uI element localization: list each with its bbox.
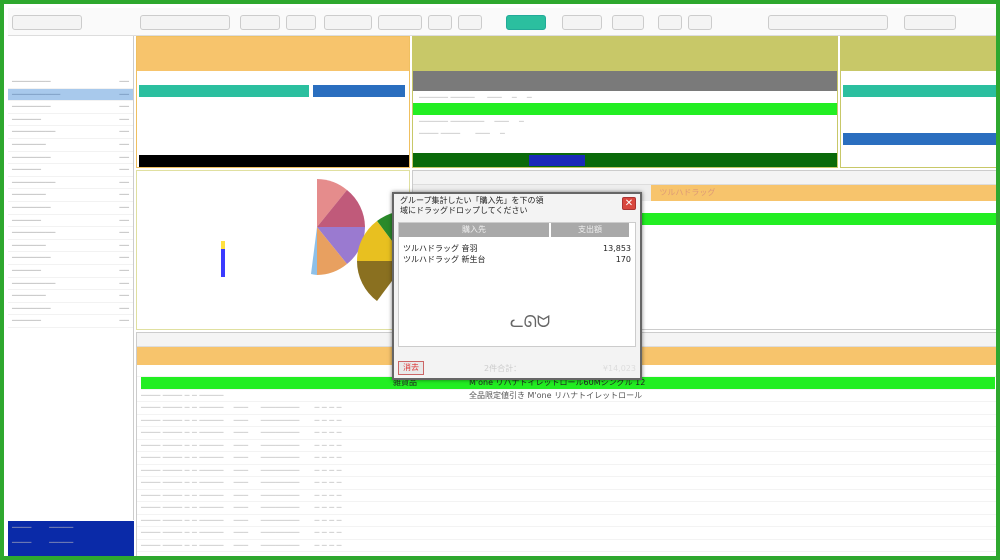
table-row[interactable]: ──── ──── ─ ─ ───── ─── ──────── ─ ─ ─ ─ bbox=[137, 502, 996, 515]
toolbar-day-field-2[interactable] bbox=[688, 15, 712, 30]
row-product-2: 全品限定値引き M'one リハナトイレットロール bbox=[469, 390, 643, 400]
list-item-selected[interactable]: ────────── ── bbox=[8, 88, 133, 102]
toolbar-month-field-2[interactable] bbox=[658, 15, 682, 30]
right-summary-header bbox=[841, 37, 996, 71]
col-amount-header: 支出額 bbox=[551, 223, 629, 237]
item-vendor: ツルハドラッグ 音羽 bbox=[403, 244, 478, 253]
toolbar-year-field[interactable] bbox=[378, 15, 422, 30]
list-item[interactable]: ──────── ── bbox=[8, 76, 133, 89]
table-row[interactable]: ──── ──── ─ ─ ───── ─── ──────── ─ ─ ─ ─ bbox=[137, 402, 996, 415]
pie-charts bbox=[221, 179, 407, 301]
dialog-title: グループ集計したい「購入先」を下の領 域にドラッグドロップしてください bbox=[400, 196, 544, 215]
left-total-box: ──── ───── ──── ───── bbox=[8, 521, 134, 556]
transaction-row[interactable]: ────── ───── ─── ─ ─ bbox=[413, 91, 837, 103]
transaction-total-highlight bbox=[529, 155, 585, 166]
dialog-list-item[interactable]: ツルハドラッグ 音羽 13,853 bbox=[399, 243, 635, 254]
list-item[interactable]: ────── ── bbox=[8, 315, 133, 328]
summary-panel-orange bbox=[136, 36, 410, 168]
toolbar-button-2[interactable] bbox=[286, 15, 316, 30]
col-vendor-header: 購入先 bbox=[399, 223, 549, 237]
dialog-footer: 消去 2件合計： ¥14,023 bbox=[398, 360, 636, 376]
table-row[interactable]: ──── ──── ─ ─ ───── ─── ──────── ─ ─ ─ ─ bbox=[137, 440, 996, 452]
toolbar-year-field-2[interactable] bbox=[612, 15, 644, 30]
right-summary-row bbox=[843, 85, 996, 97]
list-item[interactable]: ────── ── bbox=[8, 114, 133, 127]
summary-subheader-2 bbox=[313, 85, 405, 97]
item-vendor: ツルハドラッグ 新生台 bbox=[403, 255, 486, 264]
list-item[interactable]: ───────── ── bbox=[8, 126, 133, 139]
toolbar-settings-button[interactable] bbox=[904, 15, 956, 30]
total-amount: ¥14,023 bbox=[602, 363, 636, 373]
list-item[interactable]: ──────── ── bbox=[8, 202, 133, 215]
summary-subheader bbox=[139, 85, 309, 97]
dialog-list-header: 購入先 支出額 bbox=[399, 223, 635, 237]
right-summary-panel bbox=[840, 36, 996, 168]
close-icon[interactable]: ✕ bbox=[622, 197, 636, 210]
list-item[interactable]: ────── ── bbox=[8, 164, 133, 177]
list-item[interactable]: ─────── ── bbox=[8, 240, 133, 253]
transaction-panel: ────── ───── ─── ─ ─ ────── ─────── ─── … bbox=[412, 36, 838, 168]
left-account-list: ──────── ── ────────── ── ──────── ── ─────… bbox=[8, 36, 134, 520]
table-row[interactable]: ──── ──── ─ ─ ───── ─── ──────── ─ ─ ─ ─ bbox=[137, 415, 996, 427]
toolbar-action-button[interactable] bbox=[768, 15, 888, 30]
transaction-row[interactable]: ────── ─────── ─── ─ bbox=[413, 115, 837, 127]
table-row[interactable]: ──── ──── ─ ─ ───── ─── ──────── ─ ─ ─ ─ bbox=[137, 490, 996, 502]
table-row[interactable]: ──── ──── ─ ─ ───── ─── ──────── ─ ─ ─ ─ bbox=[137, 540, 996, 552]
right-summary-selected[interactable] bbox=[843, 133, 996, 145]
summary-panel-header bbox=[137, 37, 409, 71]
toolbar-button-3[interactable] bbox=[324, 15, 372, 30]
toolbar-button-1[interactable] bbox=[240, 15, 280, 30]
transaction-total-bar bbox=[413, 153, 837, 167]
transaction-row-highlighted[interactable] bbox=[413, 103, 837, 115]
toolbar-date-field[interactable] bbox=[140, 15, 230, 30]
transaction-row[interactable]: ──── ──── ─── ─ bbox=[413, 127, 837, 139]
list-item[interactable]: ───────── ── bbox=[8, 177, 133, 190]
table-row[interactable]: ──── ──── ─ ─ ───── 全品限定値引き M'one リハナトイレ… bbox=[137, 390, 996, 402]
clear-button[interactable]: 消去 bbox=[398, 361, 424, 375]
toolbar-day-field[interactable] bbox=[458, 15, 482, 30]
left-panel-controls bbox=[8, 36, 133, 76]
list-item[interactable]: ──────── ── bbox=[8, 303, 133, 316]
app-window: ──────── ── ────────── ── ──────── ── ─────… bbox=[0, 0, 1000, 560]
toolbar-nav-button[interactable] bbox=[506, 15, 546, 30]
table-row[interactable]: ──── ──── ─ ─ ───── ─── ──────── ─ ─ ─ ─ bbox=[137, 527, 996, 540]
list-item[interactable]: ─────── ── bbox=[8, 290, 133, 303]
chart-panel bbox=[136, 170, 410, 330]
table-row[interactable]: ──── ──── ─ ─ ───── ─── ──────── ─ ─ ─ ─ bbox=[137, 452, 996, 465]
toolbar-month-field[interactable] bbox=[428, 15, 452, 30]
summary-total-bar bbox=[139, 155, 409, 167]
list-item[interactable]: ──────── ── bbox=[8, 252, 133, 265]
dialog-list-item[interactable]: ツルハドラッグ 新生台 170 bbox=[399, 254, 635, 265]
list-item[interactable]: ───────── ── bbox=[8, 227, 133, 240]
toolbar-button-4[interactable] bbox=[562, 15, 602, 30]
transaction-panel-header bbox=[413, 37, 837, 71]
transaction-grid-header bbox=[413, 71, 837, 91]
table-row[interactable]: ──── ──── ─ ─ ───── ─── ──────── ─ ─ ─ ─ bbox=[137, 477, 996, 490]
top-toolbar bbox=[8, 8, 996, 36]
table-row[interactable]: ──── ──── ─ ─ ───── ─── ──────── ─ ─ ─ ─ bbox=[137, 465, 996, 477]
list-item[interactable]: ──────── ── bbox=[8, 101, 133, 114]
item-amount: 13,853 bbox=[603, 244, 631, 253]
list-item[interactable]: ──────── ── bbox=[8, 152, 133, 165]
count-label: 2件合計： bbox=[484, 363, 522, 373]
mascot-icon: ᓚᘏᗢ bbox=[510, 312, 551, 331]
list-item[interactable]: ────── ── bbox=[8, 215, 133, 228]
list-item[interactable]: ────── ── bbox=[8, 265, 133, 278]
toolbar-filter-1[interactable] bbox=[12, 15, 82, 30]
list-item[interactable]: ───────── ── bbox=[8, 278, 133, 291]
vendor-panel-toolbar bbox=[413, 171, 996, 185]
group-aggregate-dialog: グループ集計したい「購入先」を下の領 域にドラッグドロップしてください ✕ 購入… bbox=[392, 192, 642, 380]
table-row[interactable]: ──── ──── ─ ─ ───── ─── ──────── ─ ─ ─ ─ bbox=[137, 427, 996, 440]
vendor-panel-title: ツルハドラッグ bbox=[651, 185, 996, 201]
table-row[interactable]: ──── ──── ─ ─ ───── ─── ──────── ─ ─ ─ ─ bbox=[137, 515, 996, 527]
list-item[interactable]: ─────── ── bbox=[8, 189, 133, 202]
list-item[interactable]: ─────── ── bbox=[8, 139, 133, 152]
item-amount: 170 bbox=[615, 255, 631, 264]
